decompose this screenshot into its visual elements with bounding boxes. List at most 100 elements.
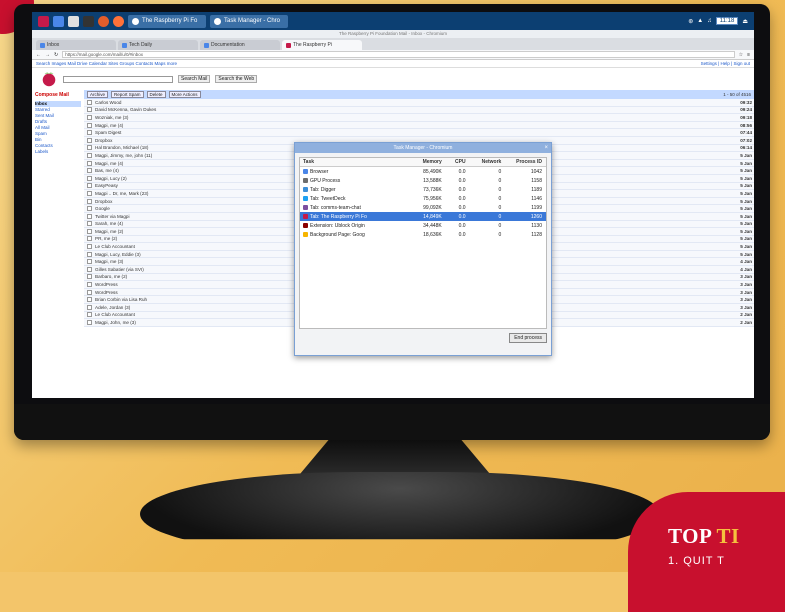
task-name: Tab: comms-team-chat (300, 205, 403, 211)
volume-icon[interactable]: ♫ (707, 18, 712, 24)
tab-inbox[interactable]: Inbox (36, 40, 116, 50)
email-checkbox[interactable] (87, 107, 92, 113)
task-row[interactable]: Background Page: Goog 18,636K 0.0 0 1128 (300, 230, 546, 239)
url-input[interactable]: https://mail.google.com/mail/u/0/#inbox (62, 51, 735, 58)
email-row[interactable]: Wozniak, me (3) 09:18 (84, 114, 754, 122)
task-row[interactable]: Browser 85,490K 0.0 0 1042 (300, 167, 546, 176)
mathematica-icon[interactable] (113, 15, 124, 27)
email-checkbox[interactable] (87, 183, 92, 189)
task-memory: 18,636K (423, 231, 442, 238)
tab-raspberry-pi[interactable]: The Raspberry Pi (282, 40, 362, 50)
column-cpu[interactable]: CPU (445, 159, 469, 165)
task-cpu: 0.0 (458, 168, 466, 175)
task-row[interactable]: Tab: TweetDeck 75,956K 0.0 0 1146 (300, 194, 546, 203)
column-memory[interactable]: Memory (403, 159, 445, 165)
eject-icon[interactable]: ⏏ (742, 18, 748, 25)
tab-documentation[interactable]: Documentation (200, 40, 280, 50)
email-checkbox[interactable] (87, 221, 92, 227)
browser-launcher-icon[interactable] (53, 15, 64, 27)
email-checkbox[interactable] (87, 228, 92, 234)
task-row[interactable]: Tab: The Raspberry Pi Fo 14,849K 0.0 0 1260 (300, 212, 546, 221)
email-date: 3 Jan (740, 304, 752, 310)
email-checkbox[interactable] (87, 282, 92, 288)
email-row[interactable]: David McKenna, Gavin Dukes 09:24 (84, 106, 754, 115)
email-checkbox[interactable] (87, 130, 92, 136)
email-checkbox[interactable] (87, 168, 92, 174)
close-icon[interactable]: × (544, 143, 548, 153)
email-checkbox[interactable] (87, 122, 92, 128)
email-checkbox[interactable] (87, 152, 92, 158)
clock[interactable]: 11:18 (715, 17, 739, 25)
task-network: 0 (498, 222, 502, 229)
tab-favicon (122, 42, 127, 48)
tab-favicon (286, 42, 291, 48)
email-checkbox[interactable] (87, 259, 92, 265)
compose-link[interactable]: Compose Mail (35, 92, 81, 98)
email-sender: WordPress (95, 282, 118, 288)
email-checkbox[interactable] (87, 198, 92, 204)
email-checkbox[interactable] (87, 114, 92, 120)
email-sender: Magpi, me (2) (95, 228, 124, 234)
search-mail-button[interactable]: Search Mail (178, 75, 211, 83)
email-date: 5 Jan (740, 168, 752, 174)
report-spam-button[interactable]: Report Spam (111, 91, 144, 98)
email-checkbox[interactable] (87, 206, 92, 212)
email-checkbox[interactable] (87, 251, 92, 257)
task-row[interactable]: GPU Process 13,588K 0.0 0 1158 (300, 176, 546, 185)
email-checkbox[interactable] (87, 175, 92, 181)
email-row[interactable]: Magpi, me (4) 08:56 (84, 121, 754, 130)
forward-icon[interactable]: → (45, 52, 50, 58)
reload-icon[interactable]: ↻ (54, 52, 58, 58)
email-row[interactable]: Spam Digest 07:44 (84, 129, 754, 137)
email-checkbox[interactable] (87, 266, 92, 272)
column-process-id[interactable]: Process ID (504, 159, 546, 165)
email-checkbox[interactable] (87, 160, 92, 166)
wifi-icon[interactable]: ▲ (697, 18, 703, 24)
email-checkbox[interactable] (87, 99, 92, 105)
email-checkbox[interactable] (87, 289, 92, 295)
menu-icon[interactable]: ≡ (747, 52, 750, 58)
tab-tech-daily[interactable]: Tech Daily (118, 40, 198, 50)
email-checkbox[interactable] (87, 297, 92, 303)
file-manager-icon[interactable] (68, 15, 79, 27)
raspberry-menu-icon[interactable] (38, 15, 49, 27)
app-launcher-icon[interactable] (98, 15, 109, 27)
search-web-button[interactable]: Search the Web (215, 75, 258, 83)
more-actions-select[interactable]: More Actions (168, 91, 201, 98)
task-row[interactable]: Extension: Ublock Origin 34,448K 0.0 0 1130 (300, 221, 546, 230)
star-icon[interactable]: ☆ (739, 52, 743, 58)
email-checkbox[interactable] (87, 137, 92, 143)
back-icon[interactable]: ← (36, 52, 41, 58)
folder-labels[interactable]: Labels (35, 149, 81, 155)
email-row[interactable]: Carlos Wood 09:32 (84, 99, 754, 107)
mail-search-input[interactable] (63, 75, 173, 83)
task-row[interactable]: Tab: Digger 73,736K 0.0 0 1189 (300, 185, 546, 194)
email-checkbox[interactable] (87, 244, 92, 250)
email-checkbox[interactable] (87, 304, 92, 310)
email-checkbox[interactable] (87, 274, 92, 280)
account-links[interactable]: Settings | Help | Sign out (701, 61, 750, 66)
google-links[interactable]: Search Images Mail Drive Calendar Sites … (36, 61, 177, 66)
email-sender: Barbaro, me (2) (95, 274, 128, 280)
delete-button[interactable]: Delete (146, 91, 166, 98)
email-checkbox[interactable] (87, 236, 92, 242)
email-checkbox[interactable] (87, 190, 92, 196)
task-icon (303, 178, 308, 183)
task-row[interactable]: Tab: comms-team-chat 99,092K 0.0 0 1199 (300, 203, 546, 212)
column-network[interactable]: Network (469, 159, 505, 165)
mail-sidebar: Compose Mail Inbox Starred Sent Mail Dra… (32, 90, 84, 327)
email-sender: Sarah, me (4) (95, 221, 124, 227)
bluetooth-icon[interactable]: ⊛ (688, 18, 693, 25)
terminal-icon[interactable] (83, 15, 94, 27)
archive-button[interactable]: Archive (87, 91, 109, 98)
taskbar-task-task-manager[interactable]: Task Manager - Chro (210, 14, 288, 28)
column-task[interactable]: Task (300, 159, 403, 165)
taskbar-task-browser[interactable]: The Raspberry Pi Fo (128, 14, 206, 28)
email-checkbox[interactable] (87, 213, 92, 219)
email-sender: Magpi, Lucy (2) (95, 175, 127, 181)
email-checkbox[interactable] (87, 312, 92, 318)
email-checkbox[interactable] (87, 320, 92, 326)
email-checkbox[interactable] (87, 145, 92, 151)
email-date: 06:14 (740, 145, 752, 151)
end-process-button[interactable]: End process (509, 333, 547, 343)
